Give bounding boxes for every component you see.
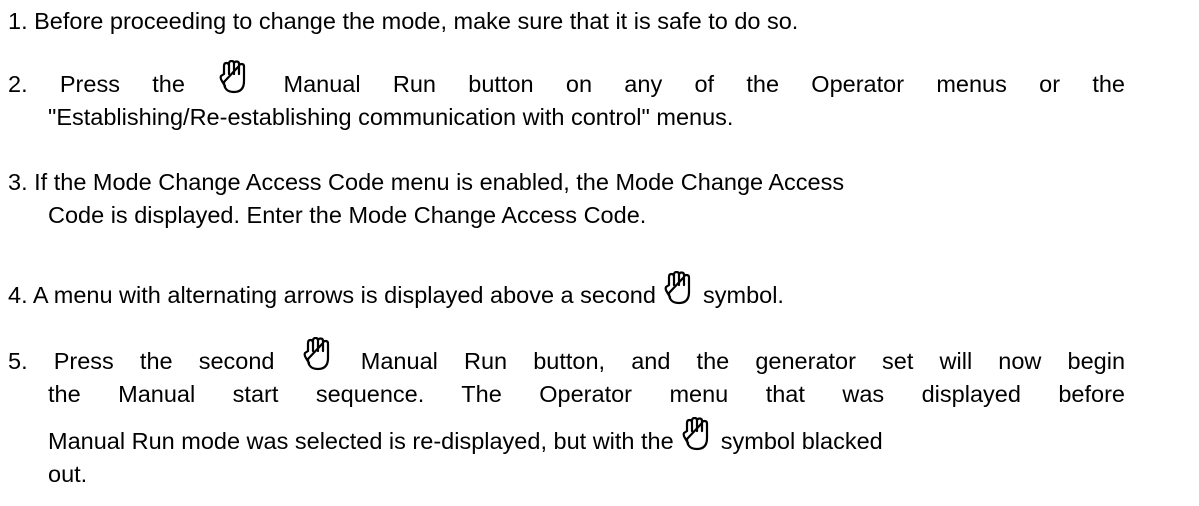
step-4-text-b: symbol.	[703, 282, 784, 308]
step-4-text-a: 4. A menu with alternating arrows is dis…	[8, 282, 656, 308]
step-5-line-2: the Manual start sequence. The Operator …	[48, 381, 1125, 407]
step-5: 5. Press the second Manual Run button, a…	[8, 337, 1180, 491]
manual-run-instructions-page: { "steps": [ { "lines": ["1. Before proc…	[0, 0, 1199, 506]
hand-icon	[663, 271, 695, 305]
hand-icon	[681, 417, 713, 451]
step-2-text-b: Manual Run button on any of the Operator…	[283, 71, 1126, 97]
step-5-text-b: Manual Run button, and the generator set…	[360, 348, 1126, 374]
step-3-line-1: 3. If the Mode Change Access Code menu i…	[8, 169, 845, 195]
step-5-line-3: Manual Run mode was selected is re-displ…	[8, 417, 1180, 458]
step-2-line-1: 2. Press the Manual Run button on any of…	[8, 60, 1125, 101]
step-4-line-1: 4. A menu with alternating arrows is dis…	[8, 271, 1180, 312]
step-5-line-1: 5. Press the second Manual Run button, a…	[8, 337, 1125, 378]
step-5-text-a: 5. Press the second	[8, 348, 275, 374]
step-3: 3. If the Mode Change Access Code menu i…	[8, 166, 1180, 232]
step-2-line-2: "Establishing/Re-establishing communicat…	[48, 104, 734, 130]
hand-icon	[218, 60, 250, 94]
step-2-text-a: 2. Press the	[8, 71, 185, 97]
step-3-line-2: Code is displayed. Enter the Mode Change…	[48, 202, 647, 228]
step-5-text-d: symbol blacked	[720, 428, 883, 454]
step-4: 4. A menu with alternating arrows is dis…	[8, 271, 1180, 312]
hand-icon	[302, 337, 334, 371]
step-5-text-c: Manual Run mode was selected is re-displ…	[48, 428, 674, 454]
step-1: 1. Before proceeding to change the mode,…	[8, 5, 1180, 38]
step-2: 2. Press the Manual Run button on any of…	[8, 60, 1180, 134]
step-1-text: 1. Before proceeding to change the mode,…	[8, 8, 799, 34]
step-5-line-4: out.	[48, 461, 88, 487]
